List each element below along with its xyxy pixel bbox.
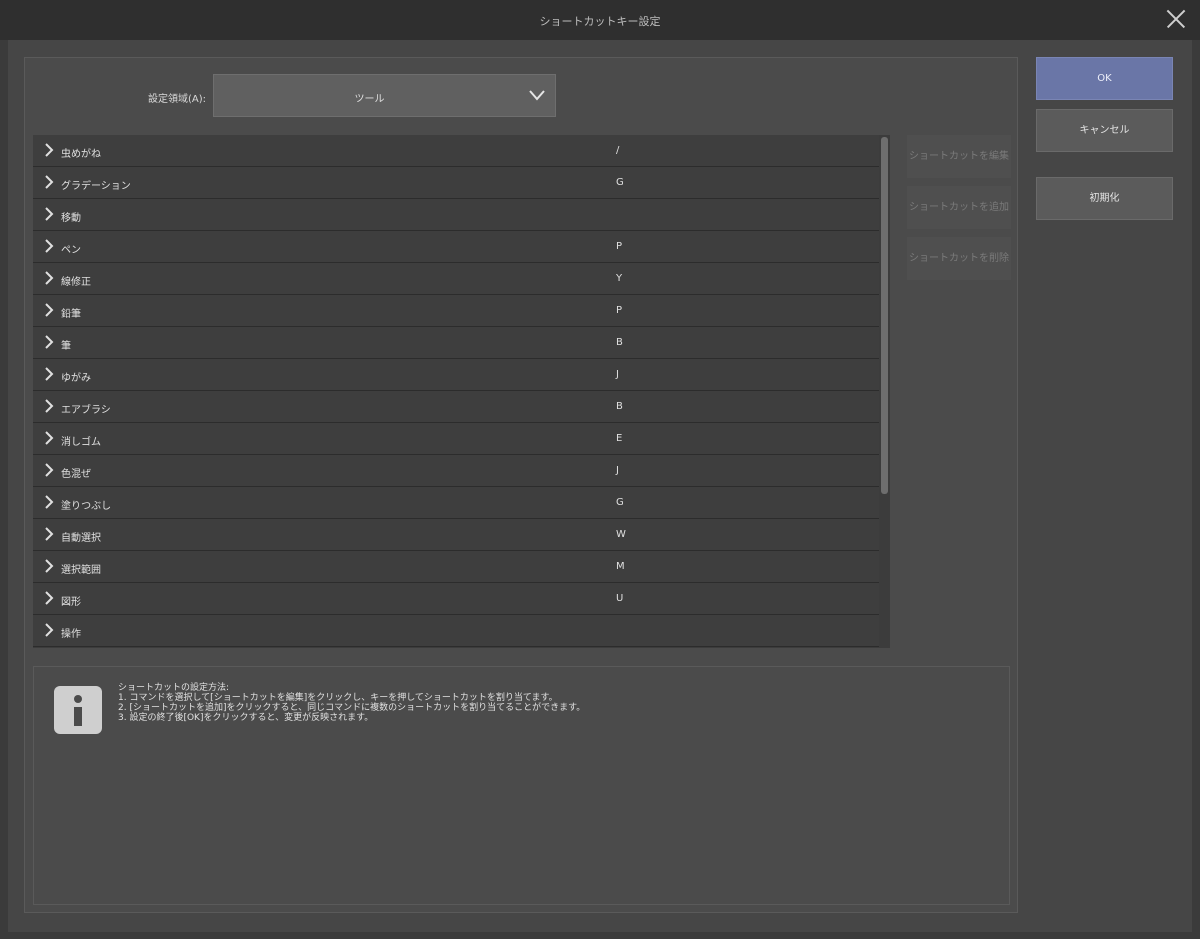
shortcut-list[interactable]: 虫めがね / グラデーション G 移動 ペン P 線修正 Y 鉛筆 P 筆 B … (33, 135, 879, 648)
info-line: 3. 設定の終了後[OK]をクリックすると、変更が反映されます。 (118, 713, 374, 723)
item-key: J (616, 465, 619, 476)
item-name: 消しゴム (61, 437, 101, 448)
delete-shortcut-button[interactable]: ショートカットを削除 (907, 237, 1011, 280)
edit-shortcut-button[interactable]: ショートカットを編集 (907, 135, 1011, 178)
info-icon (54, 686, 102, 734)
area-dropdown-value: ツール (354, 94, 385, 105)
item-key: B (616, 337, 623, 348)
area-label: 設定領域(A): (148, 94, 207, 105)
item-key: M (616, 561, 625, 572)
window-title: ショートカットキー設定 (539, 15, 661, 28)
chevron-right-icon[interactable] (44, 399, 54, 413)
add-shortcut-button[interactable]: ショートカットを追加 (907, 186, 1011, 229)
close-icon[interactable] (1166, 9, 1186, 29)
list-scrollbar[interactable] (879, 135, 890, 648)
list-item[interactable]: 消しゴム E (33, 423, 879, 455)
item-name: 塗りつぶし (61, 501, 112, 512)
item-name: 鉛筆 (61, 309, 81, 320)
chevron-down-icon (529, 90, 545, 101)
list-item[interactable]: 自動選択 W (33, 519, 879, 551)
list-item[interactable]: 虫めがね / (33, 135, 879, 167)
chevron-right-icon[interactable] (44, 335, 54, 349)
chevron-right-icon[interactable] (44, 431, 54, 445)
list-item[interactable]: 移動 (33, 199, 879, 231)
list-item[interactable]: 鉛筆 P (33, 295, 879, 327)
item-name: ペン (61, 245, 81, 256)
item-key: W (616, 529, 626, 540)
item-name: 色混ぜ (61, 469, 91, 480)
info-line: 2. [ショートカットを追加]をクリックすると、同じコマンドに複数のショートカッ… (118, 703, 586, 713)
list-item[interactable]: 塗りつぶし G (33, 487, 879, 519)
item-name: 筆 (61, 341, 71, 352)
item-name: 移動 (61, 213, 81, 224)
list-item[interactable]: ペン P (33, 231, 879, 263)
list-item[interactable]: エアブラシ B (33, 391, 879, 423)
item-key: B (616, 401, 623, 412)
info-line: 1. コマンドを選択して[ショートカットを編集]をクリックし、キーを押してショー… (118, 693, 558, 703)
chevron-right-icon[interactable] (44, 239, 54, 253)
chevron-right-icon[interactable] (44, 271, 54, 285)
area-dropdown[interactable]: ツール (213, 74, 556, 117)
chevron-right-icon[interactable] (44, 495, 54, 509)
item-name: 操作 (61, 629, 81, 640)
item-key: P (616, 241, 623, 252)
reset-button[interactable]: 初期化 (1036, 177, 1173, 220)
list-item[interactable]: 操作 (33, 615, 879, 647)
list-item[interactable]: 色混ぜ J (33, 455, 879, 487)
chevron-right-icon[interactable] (44, 207, 54, 221)
item-name: 選択範囲 (61, 565, 101, 576)
chevron-right-icon[interactable] (44, 367, 54, 381)
chevron-right-icon[interactable] (44, 527, 54, 541)
item-key: P (616, 305, 623, 316)
chevron-right-icon[interactable] (44, 559, 54, 573)
item-key: U (616, 593, 624, 604)
scrollbar-thumb[interactable] (881, 137, 888, 494)
cancel-button[interactable]: キャンセル (1036, 109, 1173, 152)
list-item[interactable]: 図形 U (33, 583, 879, 615)
title-bar: ショートカットキー設定 (0, 0, 1200, 40)
list-item[interactable]: 線修正 Y (33, 263, 879, 295)
chevron-right-icon[interactable] (44, 175, 54, 189)
item-name: グラデーション (61, 181, 131, 192)
ok-button[interactable]: OK (1036, 57, 1173, 100)
item-key: Y (616, 273, 623, 284)
item-key: G (616, 177, 624, 188)
item-key: G (616, 497, 624, 508)
chevron-right-icon[interactable] (44, 591, 54, 605)
item-name: 図形 (61, 597, 81, 608)
list-item[interactable]: 選択範囲 M (33, 551, 879, 583)
item-name: ゆがみ (61, 373, 91, 384)
list-item[interactable]: 筆 B (33, 327, 879, 359)
chevron-right-icon[interactable] (44, 463, 54, 477)
info-title: ショートカットの設定方法: (118, 683, 230, 693)
item-name: エアブラシ (61, 405, 111, 416)
chevron-right-icon[interactable] (44, 623, 54, 637)
item-name: 虫めがね (61, 149, 101, 160)
list-item[interactable]: ゆがみ J (33, 359, 879, 391)
item-key: E (616, 433, 623, 444)
info-text: ショートカットの設定方法: 1. コマンドを選択して[ショートカットを編集]をク… (118, 683, 585, 723)
item-key: / (616, 145, 620, 156)
item-key: J (616, 369, 619, 380)
chevron-right-icon[interactable] (44, 303, 54, 317)
chevron-right-icon[interactable] (44, 143, 54, 157)
item-name: 線修正 (61, 277, 91, 288)
item-name: 自動選択 (61, 533, 101, 544)
list-item[interactable]: グラデーション G (33, 167, 879, 199)
